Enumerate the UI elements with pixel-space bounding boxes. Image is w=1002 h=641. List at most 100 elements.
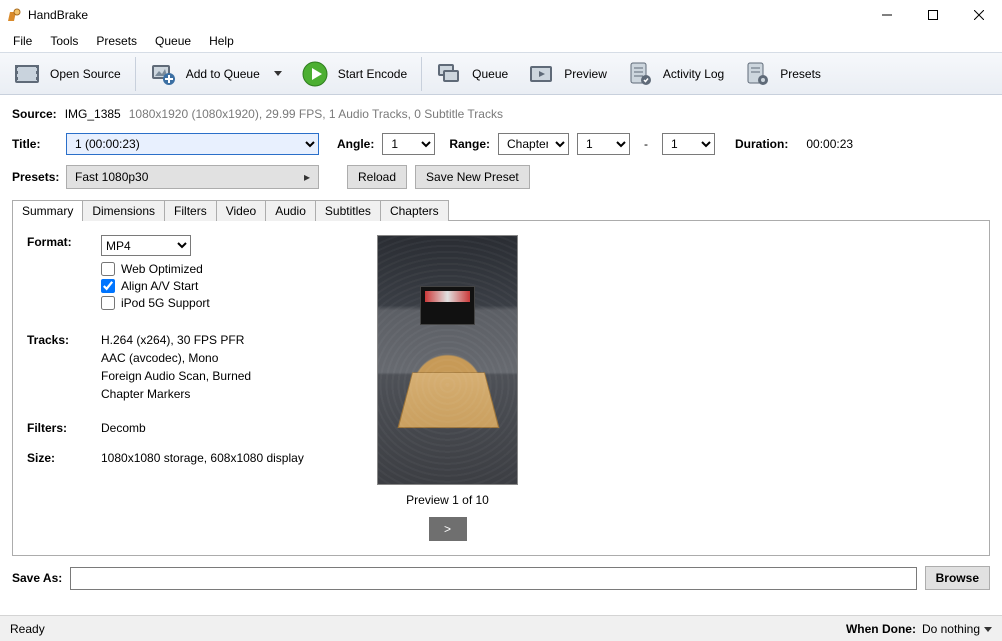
start-encode-button[interactable]: Start Encode (292, 57, 417, 91)
angle-label: Angle: (337, 137, 374, 151)
menu-queue[interactable]: Queue (146, 32, 200, 50)
tab-video[interactable]: Video (216, 200, 266, 221)
start-encode-label: Start Encode (338, 67, 407, 81)
align-av-label: Align A/V Start (121, 279, 198, 293)
chevron-right-icon: ▸ (304, 170, 310, 184)
queue-button[interactable]: Queue (426, 57, 518, 91)
preview-button[interactable]: Preview (518, 57, 617, 91)
window-title: HandBrake (28, 8, 88, 22)
tab-chapters[interactable]: Chapters (380, 200, 449, 221)
ipod-checkbox[interactable]: iPod 5G Support (101, 296, 357, 310)
toolbar-separator (135, 57, 136, 91)
when-done-label: When Done: (846, 622, 916, 636)
range-to-select[interactable]: 1 (662, 133, 715, 155)
track-line: H.264 (x264), 30 FPS PFR (101, 333, 357, 347)
size-label: Size: (27, 451, 101, 465)
format-label: Format: (27, 235, 101, 313)
tab-summary[interactable]: Summary (12, 200, 83, 221)
tracks-block: H.264 (x264), 30 FPS PFR AAC (avcodec), … (101, 333, 357, 405)
save-new-preset-button[interactable]: Save New Preset (415, 165, 530, 189)
tracks-label: Tracks: (27, 333, 101, 405)
add-to-queue-button[interactable]: Add to Queue (140, 57, 292, 91)
duration-label: Duration: (735, 137, 788, 151)
align-av-checkbox[interactable]: Align A/V Start (101, 279, 357, 293)
tab-subtitles[interactable]: Subtitles (315, 200, 381, 221)
queue-icon (436, 61, 462, 87)
status-bar: Ready When Done: Do nothing (0, 615, 1002, 641)
window-maximize-button[interactable] (910, 0, 956, 29)
save-as-label: Save As: (12, 571, 62, 585)
title-row: Title: 1 (00:00:23) Angle: 1 Range: Chap… (12, 133, 990, 155)
title-bar: HandBrake (0, 0, 1002, 29)
title-select[interactable]: 1 (00:00:23) (66, 133, 319, 155)
menu-presets[interactable]: Presets (87, 32, 146, 50)
size-value: 1080x1080 storage, 608x1080 display (101, 451, 357, 465)
track-line: AAC (avcodec), Mono (101, 351, 357, 365)
format-select[interactable]: MP4 (101, 235, 191, 256)
play-icon (302, 61, 328, 87)
preview-next-button[interactable]: > (429, 517, 467, 541)
add-to-queue-label: Add to Queue (186, 67, 260, 81)
filters-label: Filters: (27, 421, 101, 435)
toolbar: Open Source Add to Queue Start Encode Qu… (0, 52, 1002, 95)
source-label: Source: (12, 107, 57, 121)
preview-caption: Preview 1 of 10 (406, 493, 489, 507)
preview-thumbnail (377, 235, 518, 485)
web-optimized-label: Web Optimized (121, 262, 203, 276)
source-meta: 1080x1920 (1080x1920), 29.99 FPS, 1 Audi… (129, 107, 503, 121)
save-row: Save As: Browse (12, 566, 990, 590)
open-source-button[interactable]: Open Source (4, 57, 131, 91)
activity-log-button[interactable]: Activity Log (617, 57, 734, 91)
menu-file[interactable]: File (4, 32, 41, 50)
track-line: Chapter Markers (101, 387, 357, 401)
preset-current: Fast 1080p30 (75, 170, 148, 184)
tab-audio[interactable]: Audio (265, 200, 316, 221)
save-as-input[interactable] (70, 567, 916, 590)
app-icon (6, 7, 22, 23)
presets-label: Presets: (12, 170, 58, 184)
status-text: Ready (10, 622, 45, 636)
queue-label: Queue (472, 67, 508, 81)
summary-panel: Format: MP4 Web Optimized Align A/V Star… (12, 220, 990, 556)
toolbar-separator (421, 57, 422, 91)
source-name: IMG_1385 (65, 107, 121, 121)
when-done-value: Do nothing (922, 622, 980, 636)
range-from-select[interactable]: 1 (577, 133, 630, 155)
chevron-down-icon (984, 627, 992, 632)
preview-label: Preview (564, 67, 607, 81)
image-plus-icon (150, 61, 176, 87)
source-row: Source: IMG_1385 1080x1920 (1080x1920), … (12, 107, 990, 121)
ipod-label: iPod 5G Support (121, 296, 210, 310)
preset-picker[interactable]: Fast 1080p30 ▸ (66, 165, 319, 189)
presets-button[interactable]: Presets (734, 57, 831, 91)
duration-value: 00:00:23 (806, 137, 853, 151)
presets-icon (744, 61, 770, 87)
track-line: Foreign Audio Scan, Burned (101, 369, 357, 383)
range-dash: - (638, 137, 654, 151)
tab-row: Summary Dimensions Filters Video Audio S… (12, 200, 990, 221)
range-label: Range: (449, 137, 490, 151)
film-icon (14, 61, 40, 87)
when-done-dropdown[interactable]: Do nothing (922, 622, 992, 636)
chevron-down-icon (274, 71, 282, 76)
presets-row: Presets: Fast 1080p30 ▸ Reload Save New … (12, 165, 990, 189)
open-source-label: Open Source (50, 67, 121, 81)
filters-value: Decomb (101, 421, 357, 435)
preview-icon (528, 61, 554, 87)
web-optimized-checkbox[interactable]: Web Optimized (101, 262, 357, 276)
log-icon (627, 61, 653, 87)
tab-dimensions[interactable]: Dimensions (82, 200, 165, 221)
menu-help[interactable]: Help (200, 32, 243, 50)
angle-select[interactable]: 1 (382, 133, 435, 155)
range-mode-select[interactable]: Chapters (498, 133, 569, 155)
reload-button[interactable]: Reload (347, 165, 407, 189)
browse-button[interactable]: Browse (925, 566, 990, 590)
presets-toolbar-label: Presets (780, 67, 821, 81)
window-minimize-button[interactable] (864, 0, 910, 29)
tab-filters[interactable]: Filters (164, 200, 217, 221)
menu-bar: File Tools Presets Queue Help (0, 29, 1002, 52)
window-close-button[interactable] (956, 0, 1002, 29)
title-label: Title: (12, 137, 58, 151)
activity-log-label: Activity Log (663, 67, 724, 81)
menu-tools[interactable]: Tools (41, 32, 87, 50)
